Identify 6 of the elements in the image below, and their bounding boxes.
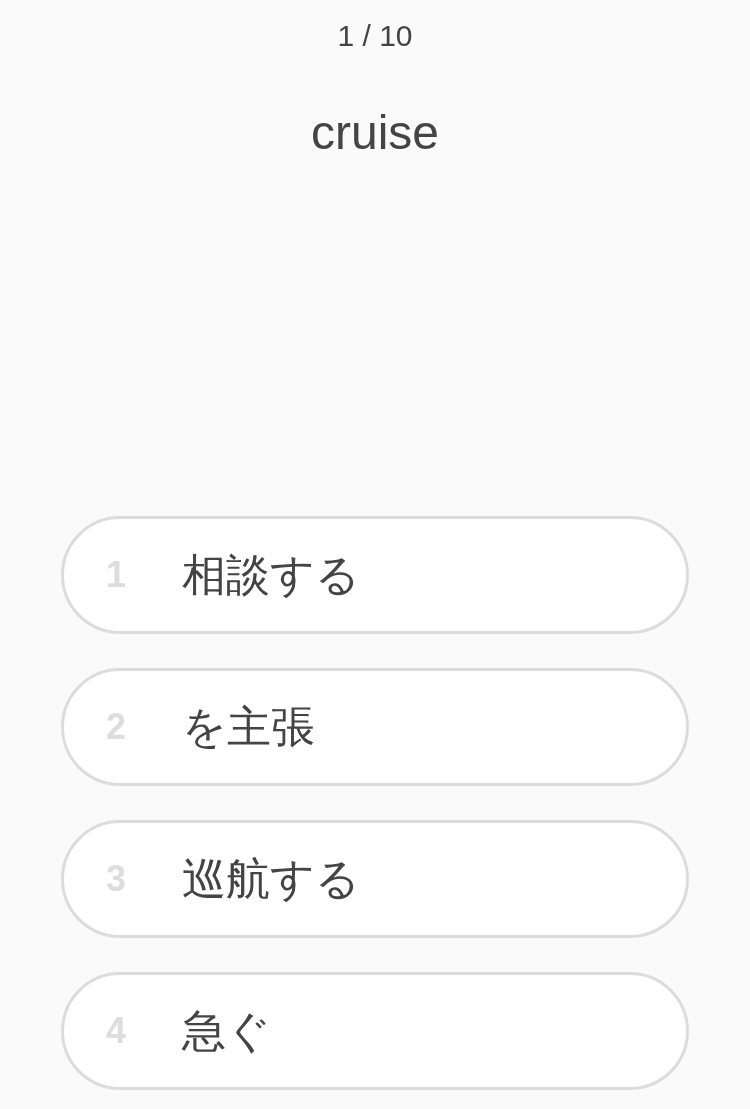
option-label: 急ぐ <box>182 1005 271 1057</box>
option-label: 巡航する <box>182 853 360 905</box>
question-word: cruise <box>310 105 439 161</box>
option-label: 相談する <box>182 549 360 601</box>
option-label: を主張 <box>182 701 315 753</box>
question-counter: 1 / 10 <box>337 18 413 54</box>
